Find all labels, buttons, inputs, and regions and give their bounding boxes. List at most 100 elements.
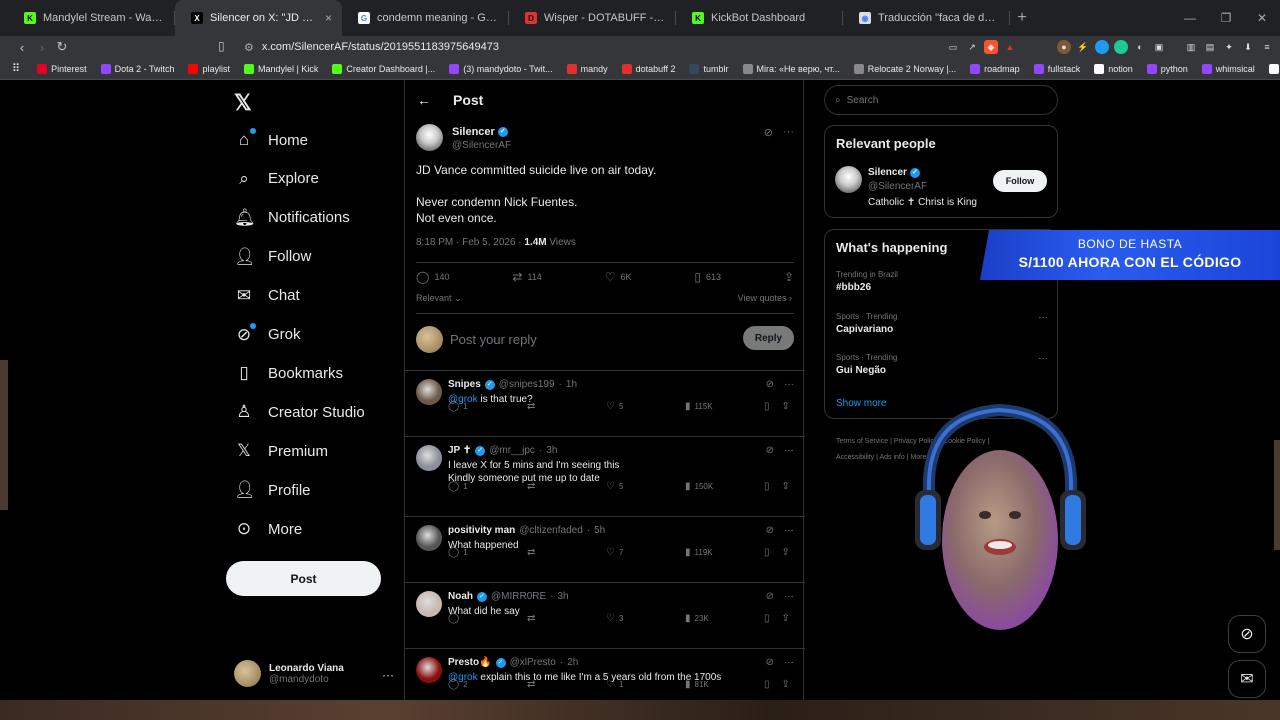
more-icon[interactable]: ··· (382, 668, 394, 682)
bookmark-item[interactable]: python (1140, 63, 1195, 74)
reply-handle[interactable]: @cltizenfaded (519, 525, 583, 536)
share-icon[interactable]: ⇪ (782, 481, 790, 492)
nav-item-chat[interactable]: ✉ Chat (234, 283, 300, 309)
views-action[interactable]: ▮ 115K (685, 401, 715, 412)
account-switcher[interactable]: Leonardo Viana @mandydoto ··· (234, 660, 394, 687)
new-tab-icon[interactable]: + (1010, 9, 1034, 27)
repost-action[interactable]: ⇄ (527, 613, 557, 624)
reply-author[interactable]: Presto🔥 (448, 657, 492, 668)
extension-icon-6[interactable]: ▣ (1152, 40, 1166, 54)
post-timestamp[interactable]: 8:18 PM · Feb 5, 2026 · (416, 237, 524, 248)
avatar[interactable] (416, 445, 442, 471)
reply-handle[interactable]: @mr__jpc (489, 445, 535, 456)
bookmark-item[interactable]: Dota 2 - Twitch (94, 63, 182, 74)
browser-tab[interactable]: Gcondemn meaning - Google Search (342, 0, 509, 36)
trend-item[interactable]: Sports · Trending Capivariano ··· (836, 312, 1048, 335)
sort-dropdown[interactable]: Relevant ⌄ (416, 293, 462, 304)
reload-icon[interactable]: ↻ (52, 39, 72, 55)
grok-icon[interactable]: ⊘ (766, 525, 774, 536)
nav-item-explore[interactable]: ⌕ Explore (234, 166, 319, 192)
avatar[interactable] (416, 657, 442, 683)
apps-icon[interactable]: ⠿ (12, 62, 20, 75)
avatar[interactable] (416, 525, 442, 551)
share-icon[interactable]: ⇪ (782, 547, 790, 558)
share-icon[interactable]: ⇪ (782, 613, 790, 624)
bookmark-item[interactable]: notion (1087, 63, 1140, 74)
forward-icon[interactable]: › (32, 40, 52, 55)
more-icon[interactable]: ··· (784, 591, 794, 602)
avatar[interactable] (416, 379, 442, 405)
download-icon[interactable]: ⬇ (1241, 40, 1255, 54)
bookmark-icon[interactable]: ▯ (764, 401, 770, 412)
reply-handle[interactable]: @MIRR0RE (491, 591, 546, 602)
views-action[interactable]: ▮ 81K (685, 679, 715, 690)
op-avatar[interactable] (416, 124, 443, 151)
url-field[interactable]: ⚙ x.com/SilencerAF/status/20195511839756… (244, 38, 499, 56)
reply-time[interactable]: 3h (546, 445, 557, 456)
reply-input[interactable]: Post your reply (450, 332, 537, 347)
bookmark-action[interactable]: ▯ 613 (694, 270, 721, 284)
bookmark-icon[interactable]: ▯ (764, 547, 770, 558)
repost-action[interactable]: ⇄ (527, 401, 557, 412)
more-icon[interactable]: ··· (1038, 312, 1048, 323)
nav-item-home[interactable]: ⌂ Home (234, 127, 308, 153)
more-icon[interactable]: ··· (784, 657, 794, 668)
grok-fab-button[interactable]: ⊘ (1228, 615, 1266, 653)
grok-icon[interactable]: ⊘ (766, 445, 774, 456)
browser-tab[interactable]: X Silencer on X: "JD Vance committed × (175, 0, 342, 36)
wallet-icon[interactable]: ▤ (1203, 40, 1217, 54)
nav-item-grok[interactable]: ⊘ Grok (234, 322, 301, 348)
menu-icon[interactable]: ≡ (1260, 40, 1274, 54)
bookmark-item[interactable]: mandy (560, 63, 615, 74)
nav-item-premium[interactable]: 𝕏 Premium (234, 438, 328, 464)
nav-item-creator-studio[interactable]: ♙ Creator Studio (234, 399, 364, 425)
reply-time[interactable]: 1h (566, 379, 577, 390)
trend-item[interactable]: Sports · Trending Gui Negão ··· (836, 353, 1048, 376)
reply-post[interactable]: Snipes ✓ @snipes199 · 1h ⊘ ··· @grok is that tr… (405, 370, 805, 436)
extension-icon-3[interactable] (1095, 40, 1109, 54)
op-name-row[interactable]: Silencer ✓ (452, 126, 508, 138)
bookmark-item[interactable]: dotabuff 2 (615, 63, 683, 74)
bookmark-item[interactable]: roadmap (963, 63, 1027, 74)
bookmark-item[interactable]: Pinterest (30, 63, 94, 74)
person-name-row[interactable]: Silencer ✓ (868, 167, 920, 178)
reply-post[interactable]: positivity man @cltizenfaded · 5h ⊘ ··· What h… (405, 516, 805, 582)
reply-handle[interactable]: @snipes199 (499, 379, 555, 390)
back-icon[interactable]: ‹ (12, 40, 32, 55)
heart-action[interactable]: ♡ 3 (606, 613, 636, 624)
reply-time[interactable]: 5h (594, 525, 605, 536)
reply-button[interactable]: Reply (743, 326, 794, 350)
nav-item-profile[interactable]: 👤︎ Profile (234, 477, 311, 503)
op-handle[interactable]: @SilencerAF (452, 140, 511, 151)
bookmark-item[interactable]: tldraw (1262, 63, 1280, 74)
person-handle[interactable]: @SilencerAF (868, 181, 927, 192)
person-avatar[interactable] (835, 166, 862, 193)
bookmark-icon[interactable]: ▯ (764, 481, 770, 492)
browser-tab[interactable]: D Wisper - DOTABUFF - Dota 2 Stats (509, 0, 676, 36)
like-action[interactable]: ♡ 6K (605, 270, 632, 284)
bookmark-item[interactable]: Mandylel | Kick (237, 63, 325, 74)
bookmark-item[interactable]: tumblr (682, 63, 735, 74)
views-action[interactable]: ▮ 23K (685, 613, 715, 624)
post-button[interactable]: Post (226, 561, 381, 596)
repost-action[interactable]: ⇄ (527, 679, 557, 690)
grok-icon[interactable]: ⊘ (766, 379, 774, 390)
share-action[interactable]: ⇪ (784, 270, 794, 284)
share-icon[interactable]: ⇪ (782, 401, 790, 412)
reply-time[interactable]: 2h (567, 657, 578, 668)
reply-handle[interactable]: @xlPresto (510, 657, 556, 668)
views-action[interactable]: ▮ 119K (685, 547, 715, 558)
restore-icon[interactable]: ❐ (1208, 11, 1244, 25)
bookmark-item[interactable]: Creator Dashboard |... (325, 63, 442, 74)
more-icon[interactable]: ··· (784, 445, 794, 456)
close-window-icon[interactable]: ✕ (1244, 11, 1280, 25)
repost-action[interactable]: ⇄ (527, 481, 557, 492)
share-icon[interactable]: ⇪ (782, 679, 790, 690)
extension-icon-5[interactable]: ◐ (1133, 40, 1147, 54)
browser-tab[interactable]: K KickBot Dashboard (676, 0, 843, 36)
bookmark-item[interactable]: fullstack (1027, 63, 1088, 74)
reply-action[interactable]: ◯ 140 (416, 270, 449, 284)
cast-icon[interactable]: ▭ (946, 40, 960, 54)
extension-icon-4[interactable] (1114, 40, 1128, 54)
extension-icon-1[interactable]: ● (1057, 40, 1071, 54)
